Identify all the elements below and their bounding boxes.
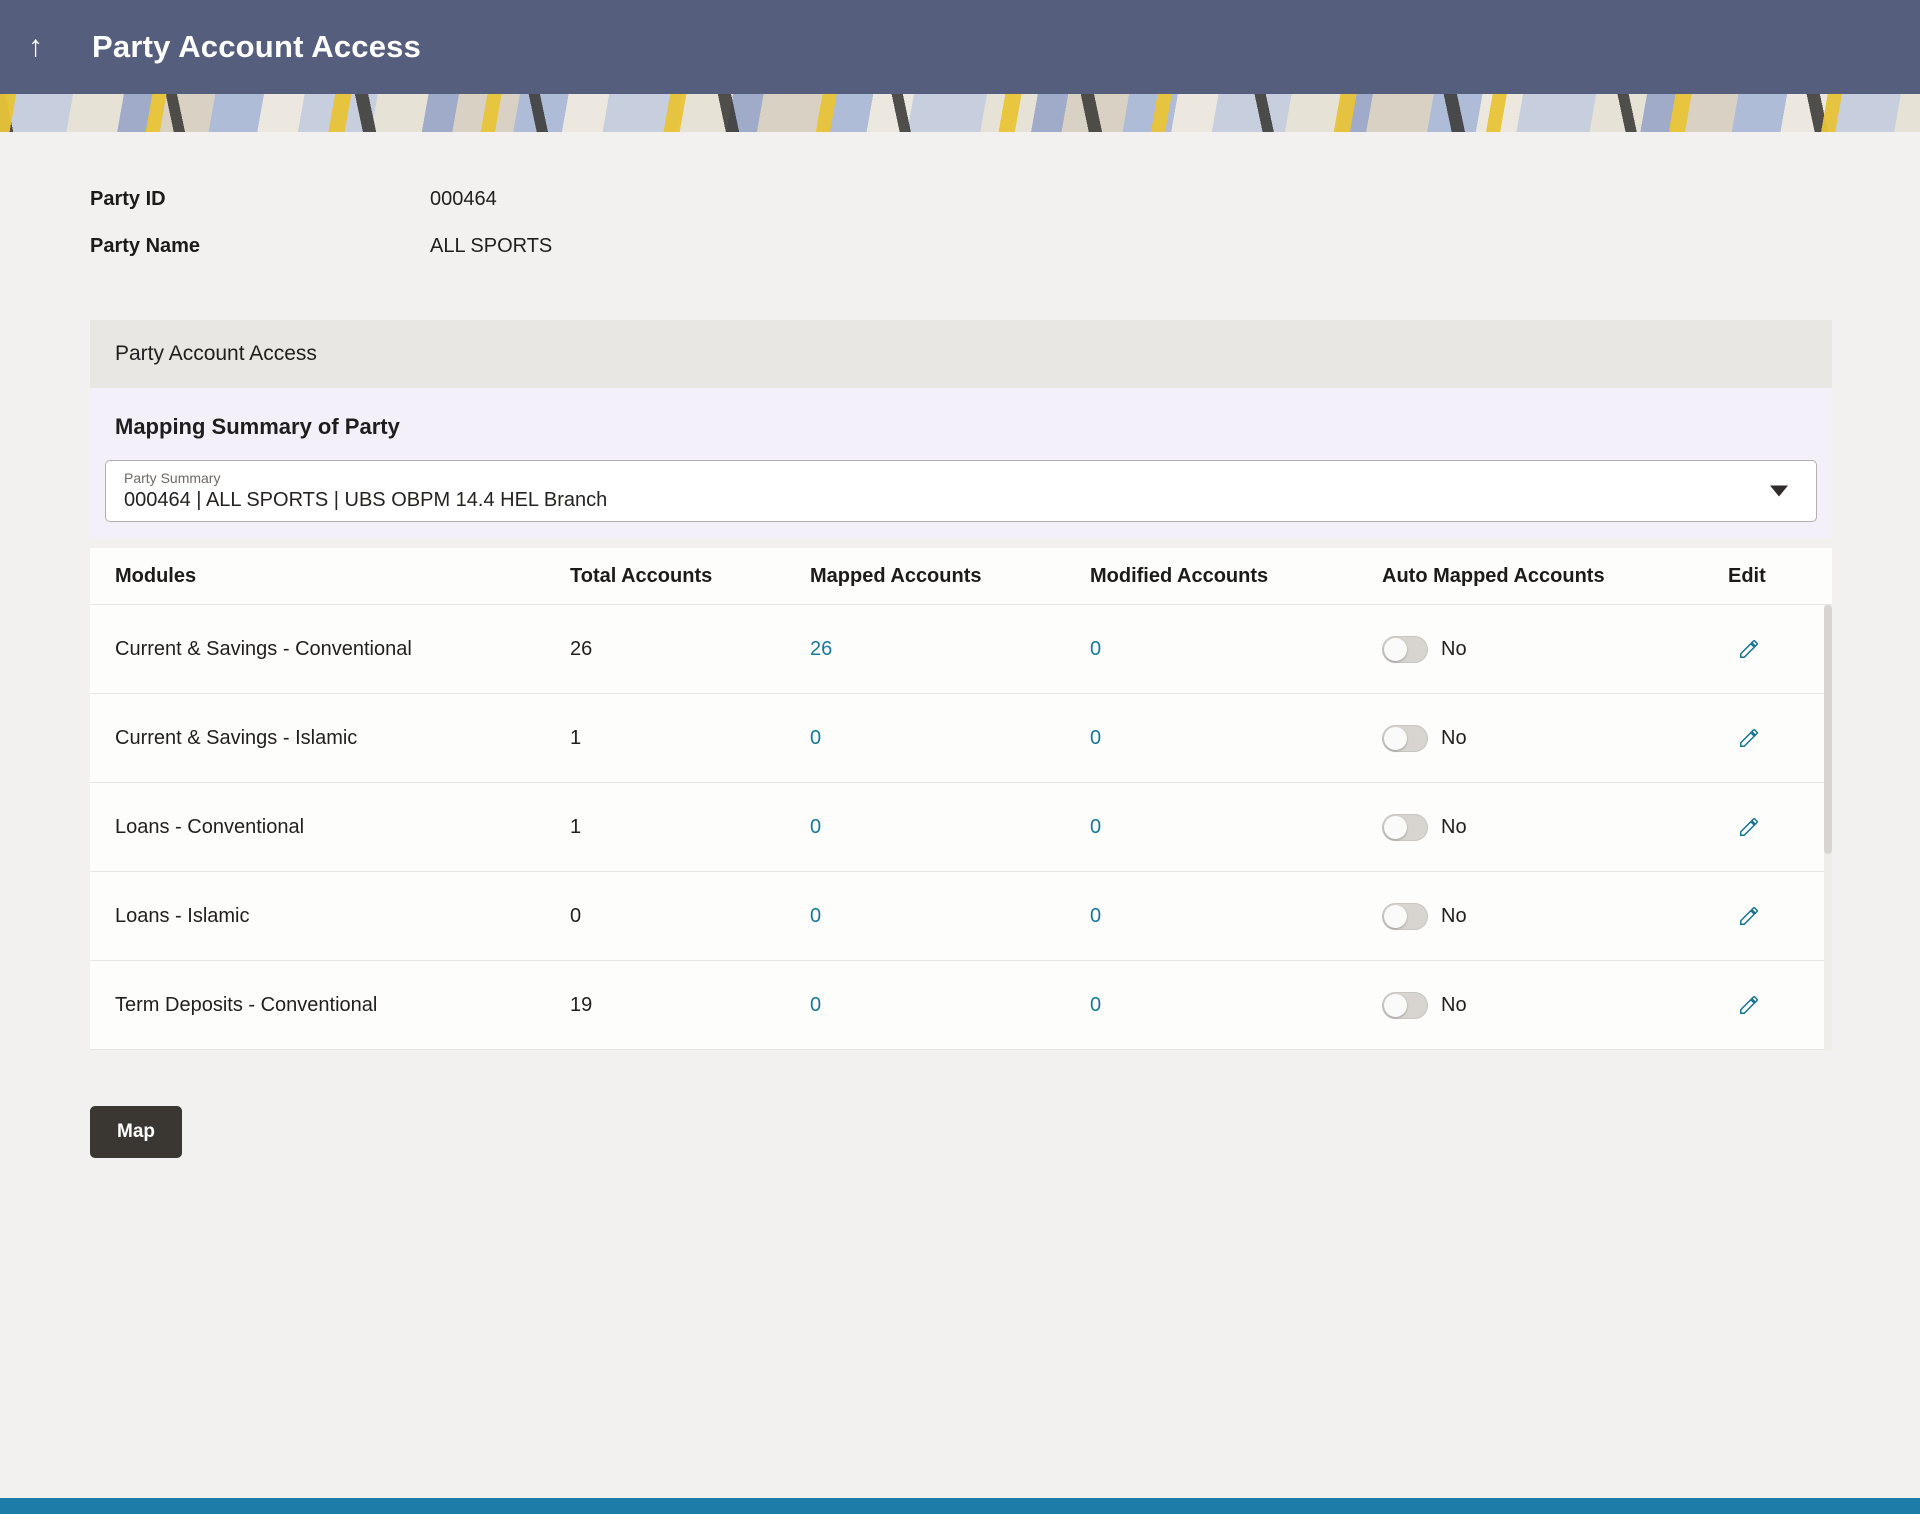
decorative-collage-strip <box>0 94 1920 132</box>
mapping-summary-title: Mapping Summary of Party <box>115 414 1817 440</box>
auto-mapped-toggle[interactable] <box>1382 992 1428 1019</box>
total-accounts-value: 1 <box>570 816 810 839</box>
modules-table: Modules Total Accounts Mapped Accounts M… <box>90 548 1832 1050</box>
auto-mapped-state-label: No <box>1441 905 1467 928</box>
app-header: ↑ Party Account Access <box>0 0 1920 94</box>
mapped-accounts-link[interactable]: 0 <box>810 816 1090 839</box>
modified-accounts-link[interactable]: 0 <box>1090 727 1382 750</box>
party-id-value: 000464 <box>430 188 497 211</box>
pencil-icon <box>1738 816 1760 838</box>
auto-mapped-cell: No <box>1382 992 1728 1019</box>
mapped-accounts-link[interactable]: 0 <box>810 994 1090 1017</box>
col-header-auto-mapped-accounts: Auto Mapped Accounts <box>1382 565 1728 588</box>
pencil-icon <box>1738 727 1760 749</box>
chevron-down-icon[interactable] <box>1770 486 1788 497</box>
auto-mapped-toggle[interactable] <box>1382 814 1428 841</box>
panel-title: Party Account Access <box>90 320 1832 388</box>
mapped-accounts-link[interactable]: 0 <box>810 727 1090 750</box>
pencil-icon <box>1738 638 1760 660</box>
edit-button[interactable] <box>1738 994 1760 1016</box>
edit-cell <box>1728 727 1832 749</box>
auto-mapped-state-label: No <box>1441 727 1467 750</box>
edit-cell <box>1728 905 1832 927</box>
edit-button[interactable] <box>1738 816 1760 838</box>
module-name: Term Deposits - Conventional <box>115 994 570 1017</box>
total-accounts-value: 0 <box>570 905 810 928</box>
party-info-section: Party ID 000464 Party Name ALL SPORTS <box>90 188 1920 258</box>
edit-cell <box>1728 994 1832 1016</box>
col-header-modules: Modules <box>115 565 570 588</box>
auto-mapped-cell: No <box>1382 636 1728 663</box>
map-button[interactable]: Map <box>90 1106 182 1158</box>
modified-accounts-link[interactable]: 0 <box>1090 638 1382 661</box>
auto-mapped-cell: No <box>1382 903 1728 930</box>
mapped-accounts-link[interactable]: 26 <box>810 638 1090 661</box>
module-name: Current & Savings - Conventional <box>115 638 570 661</box>
modified-accounts-link[interactable]: 0 <box>1090 816 1382 839</box>
auto-mapped-state-label: No <box>1441 994 1467 1017</box>
table-row: Current & Savings - Islamic 1 0 0 No <box>90 694 1832 783</box>
toggle-knob <box>1384 638 1407 661</box>
party-summary-value: 000464 | ALL SPORTS | UBS OBPM 14.4 HEL … <box>124 489 1756 512</box>
table-row: Loans - Islamic 0 0 0 No <box>90 872 1832 961</box>
up-arrow-icon[interactable]: ↑ <box>28 30 68 64</box>
party-id-label: Party ID <box>90 188 430 211</box>
auto-mapped-toggle[interactable] <box>1382 636 1428 663</box>
auto-mapped-state-label: No <box>1441 816 1467 839</box>
table-scrollbar-thumb[interactable] <box>1824 605 1832 854</box>
modified-accounts-link[interactable]: 0 <box>1090 905 1382 928</box>
edit-cell <box>1728 816 1832 838</box>
toggle-knob <box>1384 727 1407 750</box>
pencil-icon <box>1738 905 1760 927</box>
table-header-row: Modules Total Accounts Mapped Accounts M… <box>90 548 1832 605</box>
edit-button[interactable] <box>1738 727 1760 749</box>
module-name: Loans - Islamic <box>115 905 570 928</box>
auto-mapped-cell: No <box>1382 814 1728 841</box>
module-name: Loans - Conventional <box>115 816 570 839</box>
col-header-mapped-accounts: Mapped Accounts <box>810 565 1090 588</box>
total-accounts-value: 26 <box>570 638 810 661</box>
auto-mapped-cell: No <box>1382 725 1728 752</box>
party-summary-label: Party Summary <box>124 470 1756 486</box>
toggle-knob <box>1384 905 1407 928</box>
page-title: Party Account Access <box>92 29 421 65</box>
modified-accounts-link[interactable]: 0 <box>1090 994 1382 1017</box>
edit-button[interactable] <box>1738 905 1760 927</box>
table-scrollbar-track <box>1824 605 1832 1050</box>
table-row: Current & Savings - Conventional 26 26 0… <box>90 605 1832 694</box>
auto-mapped-toggle[interactable] <box>1382 725 1428 752</box>
mapping-summary-section: Mapping Summary of Party Party Summary 0… <box>90 388 1832 538</box>
toggle-knob <box>1384 816 1407 839</box>
total-accounts-value: 19 <box>570 994 810 1017</box>
party-name-label: Party Name <box>90 235 430 258</box>
auto-mapped-toggle[interactable] <box>1382 903 1428 930</box>
party-name-value: ALL SPORTS <box>430 235 552 258</box>
toggle-knob <box>1384 994 1407 1017</box>
table-row: Loans - Conventional 1 0 0 No <box>90 783 1832 872</box>
table-row: Term Deposits - Conventional 19 0 0 No <box>90 961 1832 1050</box>
mapped-accounts-link[interactable]: 0 <box>810 905 1090 928</box>
col-header-total-accounts: Total Accounts <box>570 565 810 588</box>
edit-cell <box>1728 638 1832 660</box>
col-header-modified-accounts: Modified Accounts <box>1090 565 1382 588</box>
party-account-access-panel: Party Account Access Mapping Summary of … <box>90 320 1832 1050</box>
edit-button[interactable] <box>1738 638 1760 660</box>
party-id-row: Party ID 000464 <box>90 188 1920 211</box>
bottom-accent-bar <box>0 1498 1920 1514</box>
auto-mapped-state-label: No <box>1441 638 1467 661</box>
party-name-row: Party Name ALL SPORTS <box>90 235 1920 258</box>
col-header-edit: Edit <box>1728 565 1832 588</box>
pencil-icon <box>1738 994 1760 1016</box>
party-summary-dropdown[interactable]: Party Summary 000464 | ALL SPORTS | UBS … <box>105 460 1817 522</box>
total-accounts-value: 1 <box>570 727 810 750</box>
module-name: Current & Savings - Islamic <box>115 727 570 750</box>
